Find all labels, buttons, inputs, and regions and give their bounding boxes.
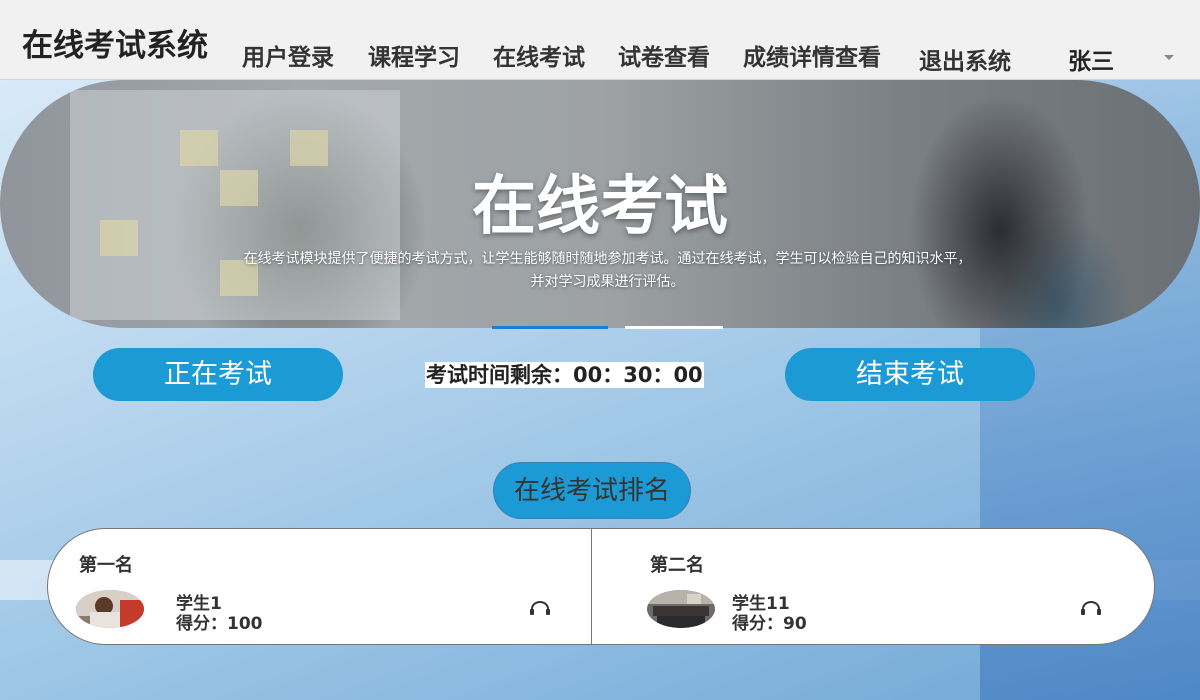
nav-item-logout[interactable]: 退出系统 <box>919 42 1011 76</box>
headphones-icon[interactable] <box>529 601 551 615</box>
hero-banner: 在线考试 在线考试模块提供了便捷的考试方式，让学生能够随时随地参加考试。通过在线… <box>0 80 1200 328</box>
timer-label: 考试时间剩余： <box>426 363 573 387</box>
banner-title: 在线考试 <box>472 170 728 244</box>
score-value: 100 <box>227 614 263 634</box>
headphones-icon[interactable] <box>1080 601 1102 615</box>
student-score: 得分：90 <box>732 609 807 634</box>
avatar-photo <box>647 590 715 628</box>
score-value: 90 <box>783 614 807 634</box>
ranking-card-second: 第二名 学生11 得分：90 <box>591 528 1155 645</box>
avatar-photo <box>76 590 144 628</box>
avatar <box>76 590 144 628</box>
score-label: 得分： <box>176 614 227 634</box>
avatar <box>647 590 715 628</box>
carousel-indicator[interactable] <box>625 326 723 329</box>
rank-label: 第一名 <box>79 555 133 576</box>
end-exam-button[interactable]: 结束考试 <box>785 348 1035 401</box>
timer-value: 00：30：00 <box>573 363 703 387</box>
chevron-down-icon[interactable] <box>1164 55 1174 60</box>
nav-item-score-details[interactable]: 成绩详情查看 <box>743 38 881 72</box>
student-score: 得分：100 <box>176 609 263 634</box>
banner-description: 在线考试模块提供了便捷的考试方式，让学生能够随时随地参加考试。通过在线考试，学生… <box>243 251 972 290</box>
carousel-indicator-active[interactable] <box>492 326 608 329</box>
exam-timer: 考试时间剩余：00：30：00 <box>425 362 704 388</box>
nav-item-paper-view[interactable]: 试卷查看 <box>618 38 710 72</box>
current-user-name[interactable]: 张三 <box>1068 42 1114 76</box>
ranking-title: 在线考试排名 <box>493 462 691 519</box>
top-navigation-bar: 在线考试系统 用户登录 课程学习 在线考试 试卷查看 成绩详情查看 退出系统 张… <box>0 0 1200 80</box>
nav-item-course-study[interactable]: 课程学习 <box>368 38 460 72</box>
nav-item-online-exam[interactable]: 在线考试 <box>493 38 585 72</box>
ranking-card-first: 第一名 学生1 得分：100 <box>47 528 592 645</box>
score-label: 得分： <box>732 614 783 634</box>
nav-item-user-login[interactable]: 用户登录 <box>242 38 334 72</box>
rank-label: 第二名 <box>650 555 704 576</box>
app-brand: 在线考试系统 <box>22 28 208 64</box>
exam-in-progress-button[interactable]: 正在考试 <box>93 348 343 401</box>
